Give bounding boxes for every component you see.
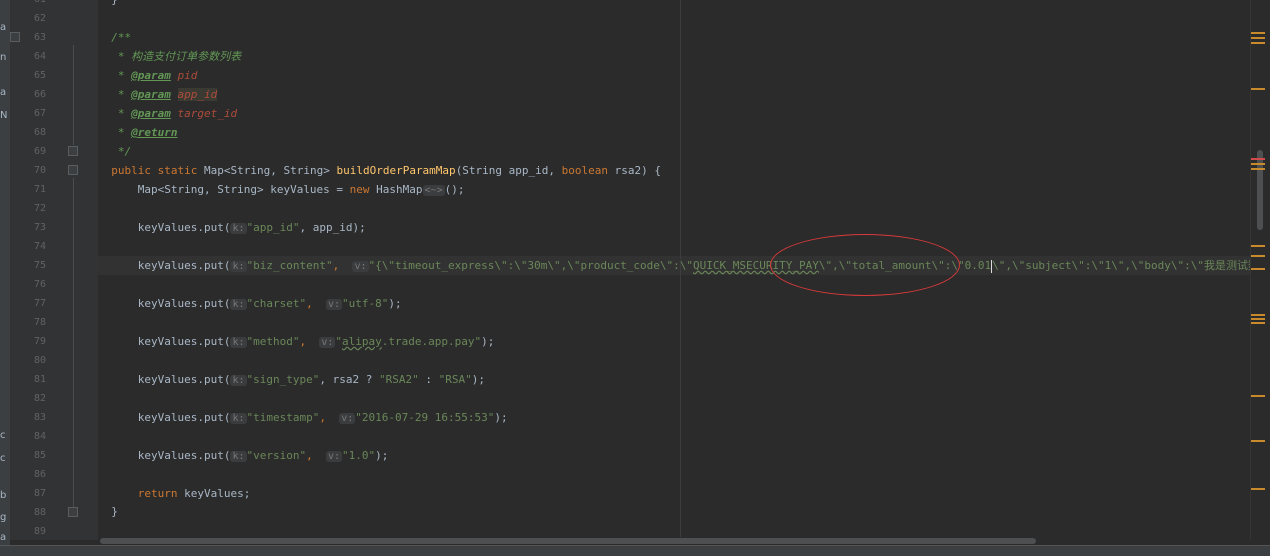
line-number: 81 xyxy=(33,374,46,385)
project-tree-fragment[interactable]: N xyxy=(0,108,10,123)
error-stripe-mark[interactable] xyxy=(1251,37,1265,39)
line-number: 71 xyxy=(33,184,46,195)
line-number: 86 xyxy=(33,469,46,480)
line-number: 63 xyxy=(33,32,46,43)
project-tree-fragment[interactable]: a xyxy=(0,530,10,545)
fold-guide xyxy=(73,45,74,145)
line-number-gutter: 61 62 63 64 65 66 67 68 69 70 71 72 73 74 75 76 77 78 79 80… xyxy=(10,0,98,540)
error-stripe-mark[interactable] xyxy=(1251,440,1265,442)
code-line-83: keyValues.put(k: "timestamp", v: "2016-07-… xyxy=(137,411,508,424)
line-number: 82 xyxy=(33,393,46,404)
code-line-65: * @param pid xyxy=(117,69,198,82)
code-line-67: * @param target_id xyxy=(117,107,238,120)
error-stripe-mark[interactable] xyxy=(1251,32,1265,34)
code-line-71: Map<String, String> keyValues = new Hash… xyxy=(137,183,465,196)
code-line-73: keyValues.put(k: "app_id", app_id); xyxy=(137,221,366,234)
line-number: 73 xyxy=(33,222,46,233)
line-number: 64 xyxy=(33,51,46,62)
line-number: 80 xyxy=(33,355,46,366)
fold-marker-comment-end[interactable] xyxy=(68,146,78,156)
error-stripe-mark[interactable] xyxy=(1251,395,1265,397)
line-number: 83 xyxy=(33,412,46,423)
project-panel-edge[interactable]: anaNccbga xyxy=(0,0,10,555)
line-number: 67 xyxy=(33,108,46,119)
code-line-69: */ xyxy=(117,145,132,158)
line-number: 78 xyxy=(33,317,46,328)
error-stripe-mark[interactable] xyxy=(1251,245,1265,247)
code-line-87: return keyValues; xyxy=(137,487,251,500)
annotation-circle xyxy=(770,234,960,296)
code-line-63: /** xyxy=(111,31,132,44)
error-stripe-mark[interactable] xyxy=(1251,88,1265,90)
project-tree-fragment[interactable]: b xyxy=(0,488,10,503)
code-line-66: * @param app_id xyxy=(117,88,218,101)
line-number: 68 xyxy=(33,127,46,138)
code-line-77: keyValues.put(k: "charset", v: "utf-8"); xyxy=(137,297,402,310)
right-margin-guide xyxy=(680,0,681,540)
code-editor[interactable]: } /** * 构造支付订单参数列表 * @param pid * @param… xyxy=(98,0,1250,540)
line-number: 87 xyxy=(33,488,46,499)
error-stripe-mark[interactable] xyxy=(1251,268,1265,270)
error-stripe-mark[interactable] xyxy=(1251,168,1265,170)
project-tree-fragment[interactable]: a xyxy=(0,20,10,35)
line-number: 72 xyxy=(33,203,46,214)
project-tree-fragment[interactable]: c xyxy=(0,451,10,466)
line-number: 85 xyxy=(33,450,46,461)
project-tree-fragment[interactable]: c xyxy=(0,428,10,443)
code-line-81: keyValues.put(k: "sign_type", rsa2 ? "RSA… xyxy=(137,373,485,386)
code-line-85: keyValues.put(k: "version", v: "1.0"); xyxy=(137,449,389,462)
error-stripe-mark[interactable] xyxy=(1251,322,1265,324)
status-bar xyxy=(0,545,1270,556)
code-line-88: } xyxy=(111,505,118,518)
vertical-scroll-thumb[interactable] xyxy=(1257,150,1263,230)
error-stripe-mark[interactable] xyxy=(1251,318,1265,320)
vertical-scrollbar[interactable] xyxy=(1250,0,1270,540)
error-stripe-mark[interactable] xyxy=(1251,158,1265,160)
line-number: 76 xyxy=(33,279,46,290)
line-number: 79 xyxy=(33,336,46,347)
code-line-70: public static Map<String, String> buildO… xyxy=(111,164,661,177)
error-stripe-mark[interactable] xyxy=(1251,488,1265,490)
error-stripe-mark[interactable] xyxy=(1251,163,1265,165)
code-line-75-current: keyValues.put(k: "biz_content", v: "{\"tim… xyxy=(98,256,1250,275)
line-number: 88 xyxy=(33,507,46,518)
fold-marker-method-end[interactable] xyxy=(68,507,78,517)
code-line-64: * 构造支付订单参数列表 xyxy=(117,50,242,63)
code-line-79: keyValues.put(k: "method", v: "alipay.trad… xyxy=(137,335,495,348)
code-line-68: * @return xyxy=(117,126,178,139)
horizontal-scroll-thumb[interactable] xyxy=(100,538,1036,544)
fold-guide xyxy=(73,178,74,508)
project-tree-fragment[interactable]: a xyxy=(0,85,10,100)
error-stripe-mark[interactable] xyxy=(1251,314,1265,316)
line-number: 75 xyxy=(33,260,46,271)
line-number: 62 xyxy=(33,13,46,24)
line-number: 74 xyxy=(33,241,46,252)
fold-marker-method[interactable] xyxy=(68,165,78,175)
error-stripe-mark[interactable] xyxy=(1251,42,1265,44)
line-number: 66 xyxy=(33,89,46,100)
project-tree-fragment[interactable]: n xyxy=(0,50,10,65)
fold-marker-comment[interactable] xyxy=(10,32,20,42)
code-line-61: } xyxy=(98,0,1250,9)
line-number: 70 xyxy=(33,165,46,176)
line-number: 77 xyxy=(33,298,46,309)
line-number: 89 xyxy=(33,526,46,537)
line-number: 61 xyxy=(20,0,46,9)
line-number: 65 xyxy=(33,70,46,81)
line-number: 84 xyxy=(33,431,46,442)
project-tree-fragment[interactable]: g xyxy=(0,510,10,525)
error-stripe-mark[interactable] xyxy=(1251,255,1265,257)
line-number: 69 xyxy=(33,146,46,157)
